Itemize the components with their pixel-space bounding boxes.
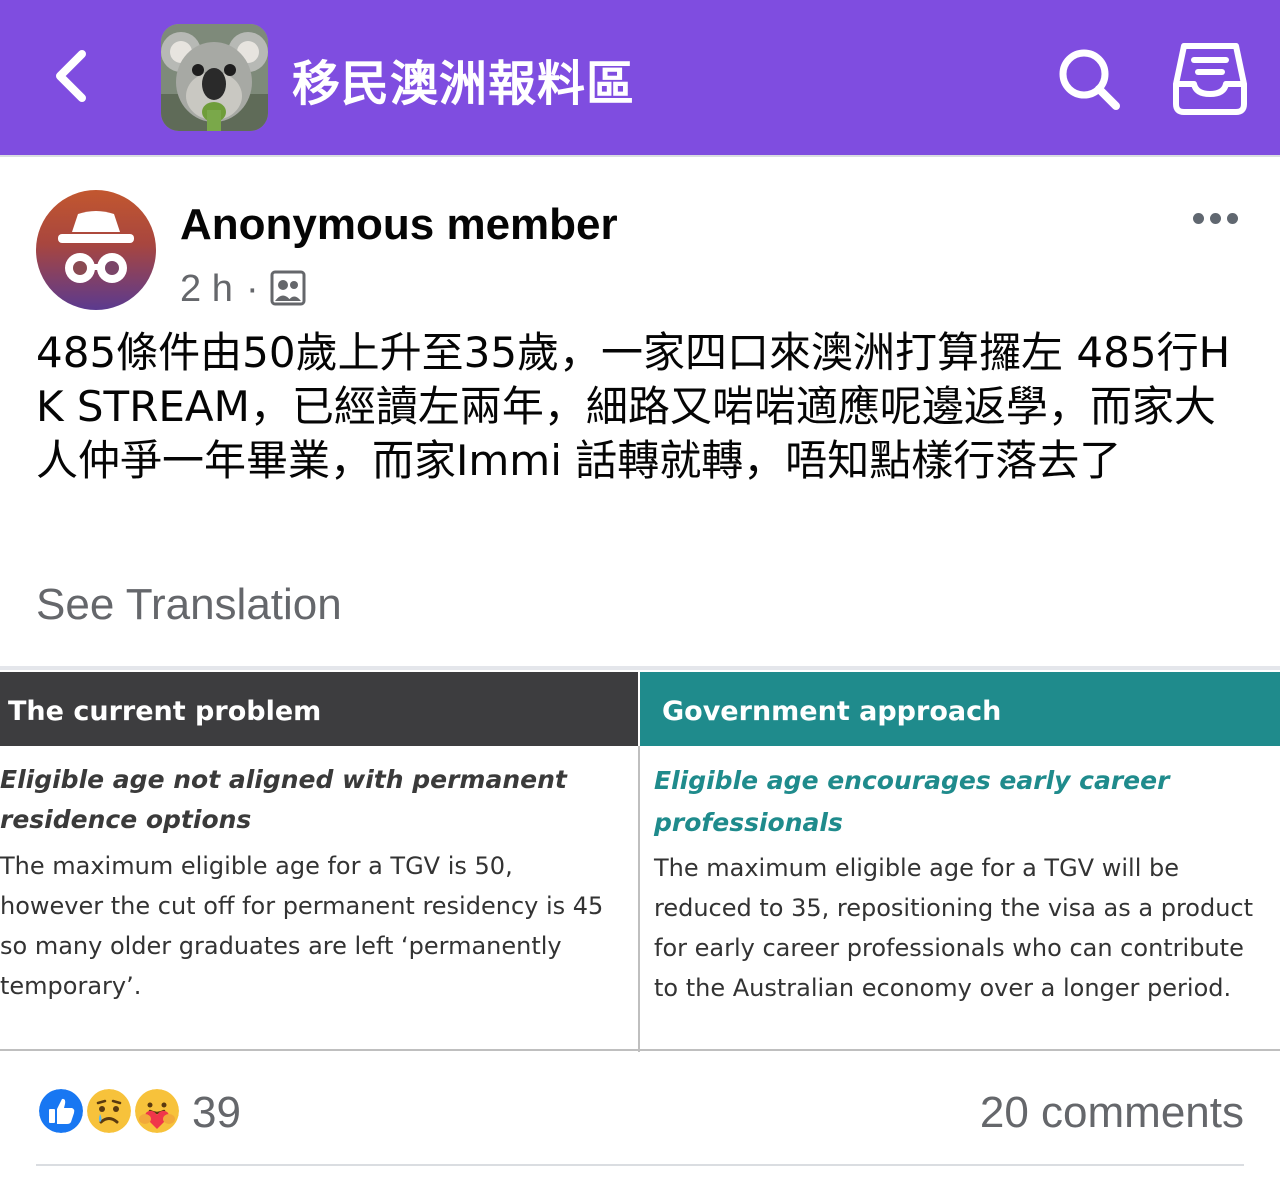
post-image[interactable]: The current problem Government approach … [0,670,1280,1052]
dot-icon [1192,212,1204,224]
anonymous-avatar[interactable] [36,190,156,310]
back-button[interactable] [40,40,100,112]
group-header: 移民澳洲報料區 [0,0,1280,155]
image-bottom-border [0,1049,1280,1051]
left-subheading: Eligible age not aligned with permanent … [0,765,567,834]
incognito-icon [58,211,134,283]
post-timestamp[interactable]: 2 h [180,268,233,311]
more-options-button[interactable] [1180,198,1250,238]
group-avatar[interactable] [161,24,268,131]
left-header-text: The current problem [8,696,322,727]
header-divider [0,155,1280,157]
comments-count[interactable]: 20 comments [980,1088,1244,1138]
left-column-header: The current problem [0,672,638,746]
search-button[interactable] [1054,44,1126,116]
right-body-text: The maximum eligible age for a TGV will … [654,854,1254,1002]
footer-divider [36,1164,1244,1166]
back-icon [56,50,86,102]
author-name[interactable]: Anonymous member [180,200,618,250]
sad-icon [84,1086,134,1136]
right-header-text: Government approach [662,696,1002,727]
like-icon [36,1086,86,1136]
column-divider [638,746,640,1052]
reactions-summary[interactable] [36,1086,196,1138]
inbox-button[interactable] [1170,38,1250,118]
left-body-text: The maximum eligible age for a TGV is 50… [0,852,604,1000]
right-subheading: Eligible age encourages early career pro… [654,766,1170,837]
group-members-icon [270,270,306,306]
right-column-header: Government approach [640,672,1280,746]
group-title[interactable]: 移民澳洲報料區 [292,44,635,114]
post-text: 485條件由50歲上升至35歲，一家四口來澳洲打算攞左 485行HK STREA… [36,328,1231,485]
dot-icon [1226,212,1238,224]
care-icon [132,1086,182,1136]
search-icon [1059,49,1120,110]
inbox-icon [1173,43,1247,115]
dot-icon [1209,212,1221,224]
koala-image [161,24,268,131]
see-translation-link[interactable]: See Translation [36,580,342,630]
meta-separator: · [246,268,259,310]
reaction-count[interactable]: 39 [192,1088,241,1138]
